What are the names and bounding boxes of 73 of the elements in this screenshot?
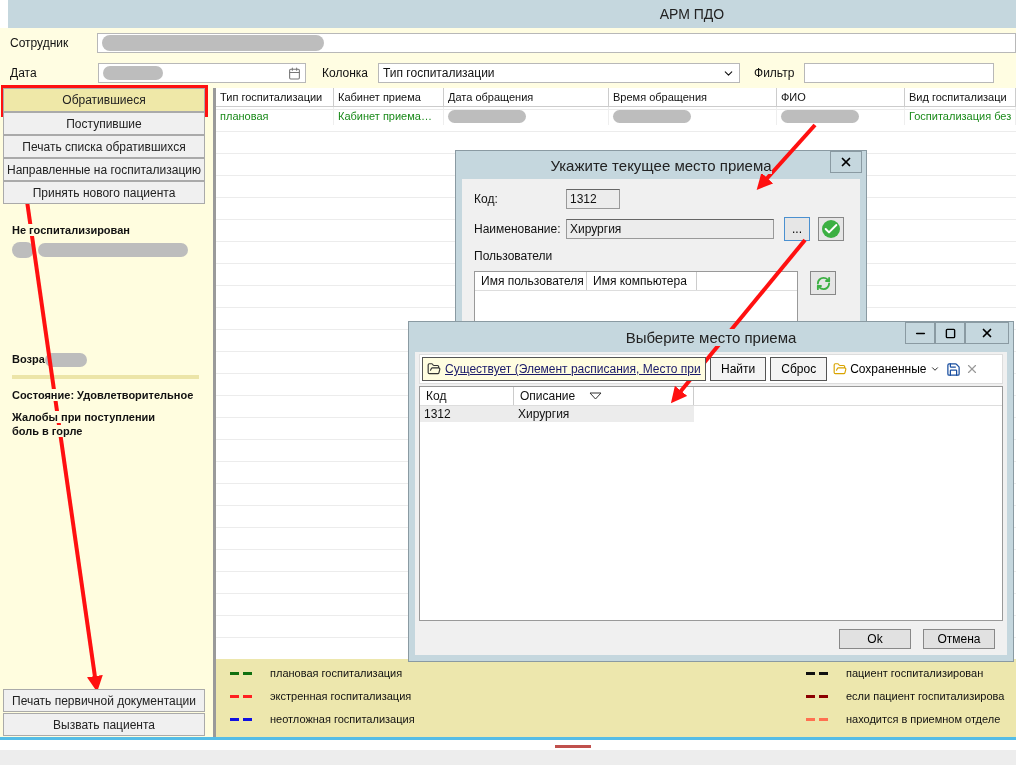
filter-field[interactable]	[804, 63, 995, 83]
reset-button[interactable]: Сброс	[770, 357, 828, 381]
sidebar-button[interactable]: Печать первичной документации	[3, 689, 205, 712]
close-icon	[980, 326, 994, 340]
legend-label: плановая госпитализация	[270, 667, 403, 679]
maximize-icon	[944, 327, 956, 339]
legend-label: неотложная госпитализация	[270, 713, 415, 725]
confirm-button[interactable]	[818, 217, 844, 241]
calendar-icon[interactable]	[288, 66, 301, 80]
folder-icon	[833, 362, 848, 376]
legend-label: экстренная госпитализация	[270, 690, 412, 702]
table-cell: плановая	[216, 107, 334, 125]
table-cell: Кабинет приема…	[334, 107, 444, 125]
sidebar-button[interactable]: Вызвать пациента	[3, 713, 205, 736]
refresh-button[interactable]	[810, 271, 836, 295]
column-header[interactable]: Кабинет приема	[334, 88, 444, 106]
sort-triangle-icon	[589, 392, 603, 400]
field-label: Наименование:	[474, 222, 558, 236]
refresh-icon	[815, 275, 831, 291]
condition-text: Состояние: Удовлетворительное	[12, 389, 194, 401]
status-text: Не госпитализирован	[12, 224, 130, 236]
saved-menu[interactable]: Сохраненные	[831, 357, 942, 381]
legend-label: пациент госпитализирован	[846, 667, 984, 679]
column-header[interactable]: Вид госпитализаци	[905, 88, 1016, 106]
field-label: Сотрудник	[10, 36, 70, 50]
dialog-title: Выберите место приема	[625, 328, 797, 346]
column-header[interactable]: Время обращения	[609, 88, 777, 106]
sidebar-button[interactable]: Направленные на госпитализацию	[3, 158, 205, 181]
column-header[interactable]: Дата обращения	[444, 88, 609, 106]
group-label: Пользователи	[474, 249, 554, 263]
column-header[interactable]: ФИО	[777, 88, 905, 106]
complaints-text: боль в горле	[12, 425, 83, 437]
date-field[interactable]	[98, 63, 306, 83]
field-label: Колонка	[322, 66, 369, 80]
field-label: Фильтр	[754, 66, 795, 80]
sidebar-button[interactable]: Поступившие	[3, 112, 205, 135]
table-cell: 1312	[420, 406, 514, 422]
table-cell: Хирургия	[514, 406, 694, 422]
ok-button[interactable]: Ok	[839, 629, 911, 649]
save-icon[interactable]	[945, 361, 961, 377]
check-icon	[822, 220, 840, 238]
redacted-block	[103, 66, 163, 80]
window-title: АРМ ПДО	[659, 6, 725, 22]
table-cell: Госпитализация без	[905, 107, 1016, 125]
close-button[interactable]	[965, 322, 1009, 344]
age-label: Возра	[12, 353, 45, 365]
column-header[interactable]: Тип госпитализации	[216, 88, 334, 106]
legend-label: находится в приемном отделе	[846, 713, 1001, 725]
find-button[interactable]: Найти	[710, 357, 767, 381]
field-label: Код:	[474, 192, 499, 206]
sidebar-button[interactable]: Принять нового пациента	[3, 181, 205, 204]
complaints-title: Жалобы при поступлении	[12, 411, 156, 423]
legend-label: если пациент госпитализирова	[846, 690, 1005, 702]
browse-button[interactable]: ...	[784, 217, 810, 241]
column-header[interactable]: Код	[420, 387, 514, 405]
caret-icon	[929, 364, 940, 374]
code-field[interactable]: 1312	[566, 189, 620, 209]
cancel-button[interactable]: Отмена	[923, 629, 995, 649]
redacted-block	[12, 242, 34, 258]
column-header[interactable]: Имя компьютера	[587, 272, 697, 290]
column-select[interactable]: Тип госпитализации	[378, 63, 741, 83]
column-header[interactable]: Описание	[514, 387, 694, 405]
sidebar-button[interactable]: Обратившиеся	[3, 88, 205, 112]
close-button[interactable]	[830, 151, 862, 173]
close-icon	[839, 155, 853, 169]
sidebar-button[interactable]: Печать списка обратившихся	[3, 135, 205, 158]
filter-link[interactable]: Существует (Элемент расписания, Место при	[422, 357, 706, 381]
field-label: Дата	[10, 66, 38, 80]
maximize-button[interactable]	[935, 322, 965, 344]
name-field[interactable]: Хирургия	[566, 219, 774, 239]
employee-field[interactable]	[97, 33, 1016, 53]
column-header[interactable]: Имя пользователя	[475, 272, 587, 290]
taskbar-indicator	[555, 745, 591, 748]
